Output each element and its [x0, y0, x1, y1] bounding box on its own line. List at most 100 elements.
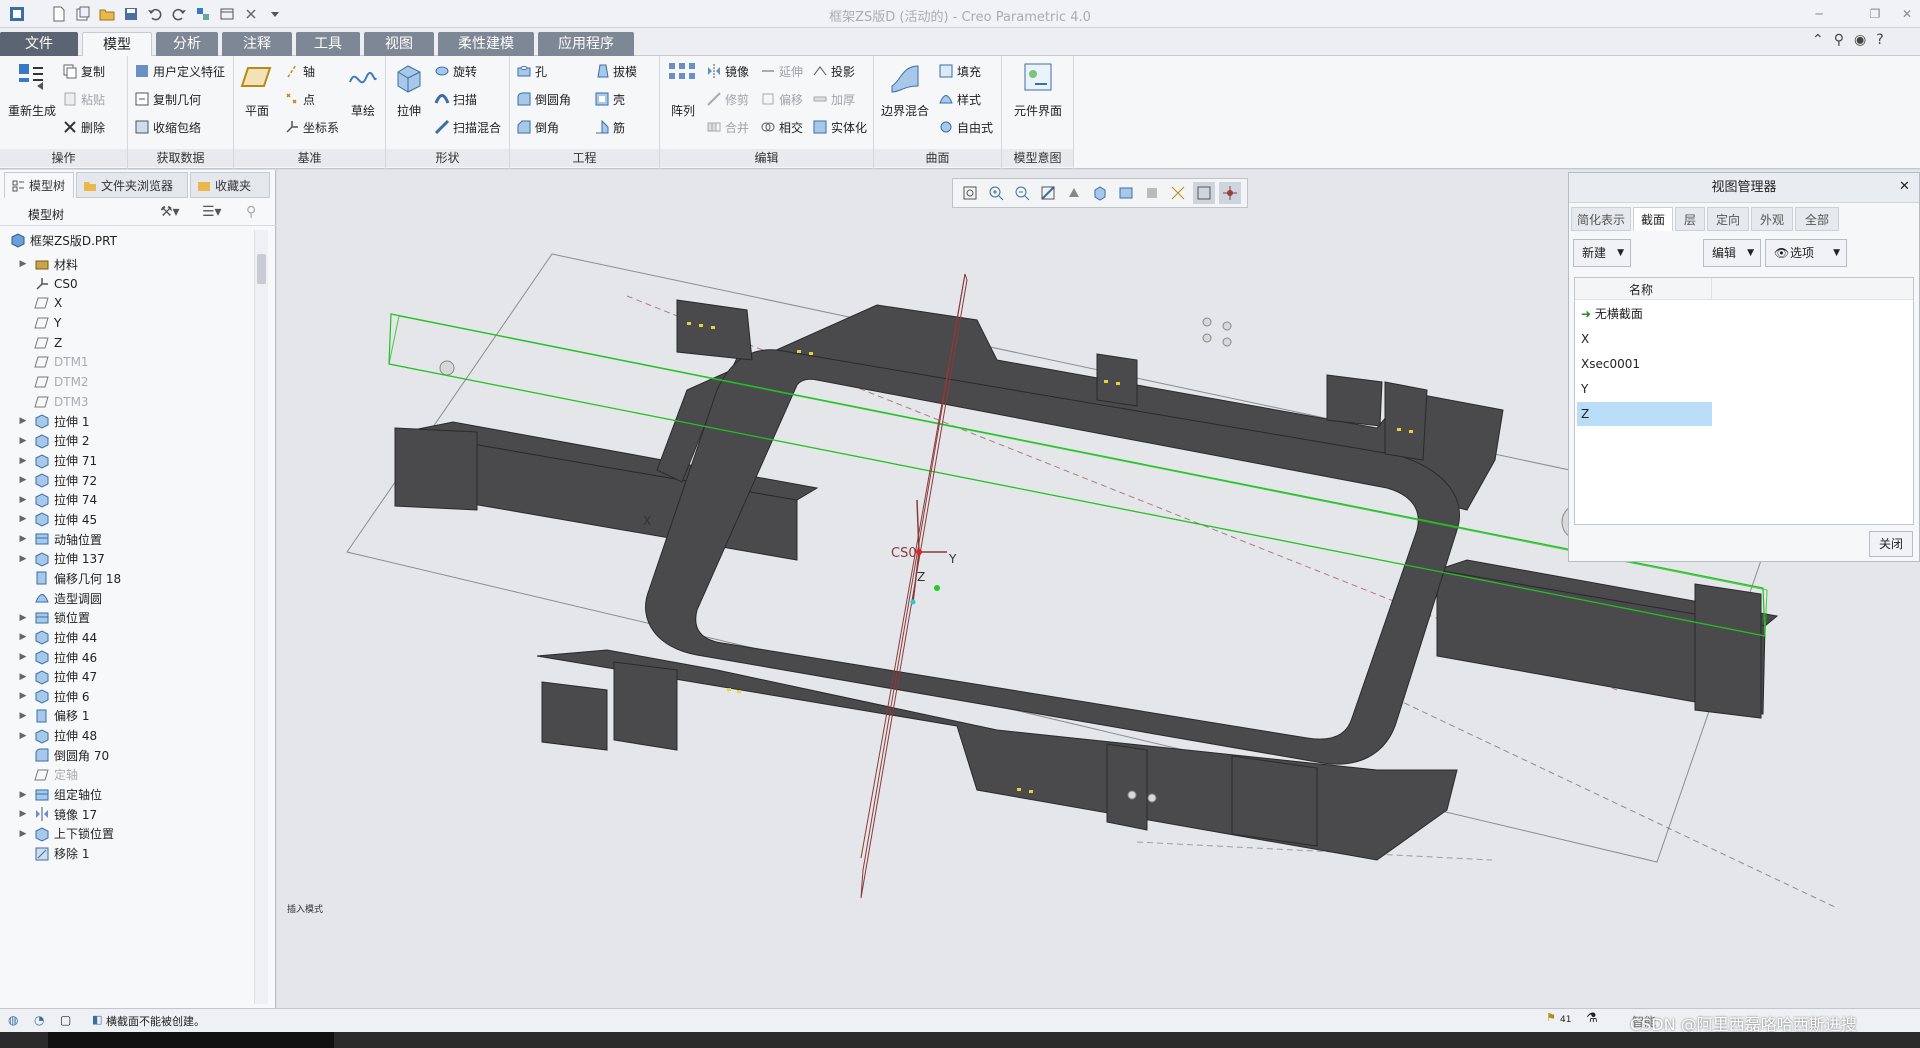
spin-center-icon[interactable]	[1219, 182, 1241, 204]
expand-arrow-icon[interactable]: ▶	[16, 652, 30, 662]
saved-views-icon[interactable]	[1089, 182, 1111, 204]
boundary-blend-button[interactable]: 边界混合	[880, 60, 930, 119]
component-interface-button[interactable]: 元件界面	[1008, 60, 1068, 119]
revolve-button[interactable]: 旋转	[434, 60, 477, 82]
browser-icon[interactable]: ◔	[34, 1013, 44, 1027]
expand-arrow-icon[interactable]: ▶	[16, 436, 30, 446]
csys-button[interactable]: 坐标系	[284, 116, 339, 138]
close-button[interactable]: 关闭	[1869, 531, 1913, 557]
zoom-in-icon[interactable]	[985, 182, 1007, 204]
close-icon[interactable]: ✕	[1899, 179, 1910, 194]
expand-arrow-icon[interactable]: ▶	[16, 456, 30, 466]
shell-button[interactable]: 壳	[594, 88, 625, 110]
search-icon[interactable]: ⚲	[1834, 32, 1844, 48]
expand-arrow-icon[interactable]: ▶	[16, 514, 30, 524]
tree-root[interactable]: 框架ZS版D.PRT	[0, 228, 117, 252]
filter-icon[interactable]: ⚲	[246, 204, 256, 220]
tab-applications[interactable]: 应用程序	[538, 32, 634, 56]
flag-icon[interactable]: ⚑	[1546, 1011, 1556, 1024]
repaint-icon[interactable]	[1037, 182, 1059, 204]
show-icon[interactable]: ☰▾	[202, 204, 222, 220]
group-label[interactable]: 模型意图	[1002, 149, 1073, 167]
solidify-button[interactable]: 实体化	[812, 116, 867, 138]
expand-arrow-icon[interactable]: ▶	[16, 829, 30, 839]
group-label[interactable]: 工程	[510, 149, 659, 167]
community-icon[interactable]: ◉	[1854, 32, 1866, 48]
tab-folder-browser[interactable]: 文件夹浏览器	[76, 172, 188, 198]
regenerate-button[interactable]: 重新生成	[4, 60, 60, 119]
merge-button[interactable]: 合并	[706, 116, 749, 138]
expand-arrow-icon[interactable]: ▶	[16, 632, 30, 642]
draft-button[interactable]: 拔模	[594, 60, 637, 82]
expand-arrow-icon[interactable]: ▶	[16, 554, 30, 564]
sweep-button[interactable]: 扫描	[434, 88, 477, 110]
expand-arrow-icon[interactable]: ▶	[16, 672, 30, 682]
tab-tools[interactable]: 工具	[296, 32, 360, 56]
group-label[interactable]: 获取数据	[128, 149, 233, 167]
rib-button[interactable]: 筋	[594, 116, 625, 138]
tab-all[interactable]: 全部	[1795, 207, 1839, 231]
full-screen-icon[interactable]: ▢	[60, 1013, 71, 1027]
tab-flexible-modeling[interactable]: 柔性建模	[438, 32, 534, 56]
expand-arrow-icon[interactable]: ▶	[16, 534, 30, 544]
tab-appearance[interactable]: 外观	[1751, 207, 1793, 231]
tab-file[interactable]: 文件	[0, 32, 78, 56]
paste-button[interactable]: 粘贴	[62, 88, 105, 110]
expand-arrow-icon[interactable]: ▶	[16, 809, 30, 819]
zoom-out-icon[interactable]	[1011, 182, 1033, 204]
settings-icon[interactable]: ⚒▾	[160, 204, 180, 220]
new-dropdown[interactable]: 新建 ▼	[1573, 239, 1631, 267]
sketch-button[interactable]: 草绘	[346, 60, 380, 119]
datum-display-icon[interactable]	[1167, 182, 1189, 204]
extrude-button[interactable]: 拉伸	[392, 60, 426, 119]
group-label[interactable]: 操作	[0, 149, 127, 167]
freestyle-button[interactable]: 自由式	[938, 116, 993, 138]
collapse-ribbon-icon[interactable]: ⌃	[1812, 32, 1824, 48]
delete-button[interactable]: 删除	[62, 116, 105, 138]
list-item[interactable]: X	[1577, 327, 1712, 351]
minimize-icon[interactable]: ─	[1808, 4, 1830, 24]
expand-arrow-icon[interactable]: ▶	[16, 731, 30, 741]
display-style-icon[interactable]	[1063, 182, 1085, 204]
maximize-icon[interactable]: ❐	[1864, 4, 1886, 24]
tab-model-tree[interactable]: 模型树	[4, 172, 74, 198]
extend-button[interactable]: 延伸	[760, 60, 803, 82]
group-label[interactable]: 编辑	[660, 149, 873, 167]
tab-annotate[interactable]: 注释	[222, 32, 292, 56]
copy-button[interactable]: 复制	[62, 60, 105, 82]
close-icon[interactable]: ✕	[1896, 4, 1918, 24]
list-item[interactable]: ➜ 无横截面	[1577, 302, 1712, 326]
udf-button[interactable]: 用户定义特征	[134, 60, 225, 82]
edit-dropdown[interactable]: 编辑 ▼	[1703, 239, 1761, 267]
style-button[interactable]: 样式	[938, 88, 981, 110]
copy-geometry-button[interactable]: 复制几何	[134, 88, 201, 110]
tab-model[interactable]: 模型	[82, 32, 152, 56]
perspective-icon[interactable]	[1141, 182, 1163, 204]
intersect-button[interactable]: 相交	[760, 116, 803, 138]
chamfer-button[interactable]: 倒角	[516, 116, 559, 138]
annotation-display-icon[interactable]	[1193, 182, 1215, 204]
trim-button[interactable]: 修剪	[706, 88, 749, 110]
mirror-button[interactable]: 镜像	[706, 60, 749, 82]
expand-arrow-icon[interactable]: ▶	[16, 495, 30, 505]
tab-sections[interactable]: 截面	[1633, 207, 1673, 231]
tab-analysis[interactable]: 分析	[156, 32, 218, 56]
expand-arrow-icon[interactable]: ▶	[16, 475, 30, 485]
options-dropdown[interactable]: 👁 选项 ▼	[1765, 239, 1847, 267]
point-button[interactable]: 点	[284, 88, 315, 110]
fill-button[interactable]: 填充	[938, 60, 981, 82]
refit-icon[interactable]	[959, 182, 981, 204]
scrollbar-thumb[interactable]	[257, 254, 266, 284]
project-button[interactable]: 投影	[812, 60, 855, 82]
expand-arrow-icon[interactable]: ▶	[16, 416, 30, 426]
group-label[interactable]: 基准	[234, 149, 385, 167]
tree-item[interactable]: 移除 1	[0, 842, 89, 866]
round-button[interactable]: 倒圆角	[516, 88, 571, 110]
axis-button[interactable]: 轴	[284, 60, 315, 82]
offset-button[interactable]: 偏移	[760, 88, 803, 110]
list-item-selected[interactable]: Z	[1577, 402, 1712, 426]
tab-layers[interactable]: 层	[1675, 207, 1705, 231]
tab-simplified-rep[interactable]: 简化表示	[1571, 207, 1631, 231]
hole-button[interactable]: 孔	[516, 60, 547, 82]
group-label[interactable]: 形状	[386, 149, 509, 167]
